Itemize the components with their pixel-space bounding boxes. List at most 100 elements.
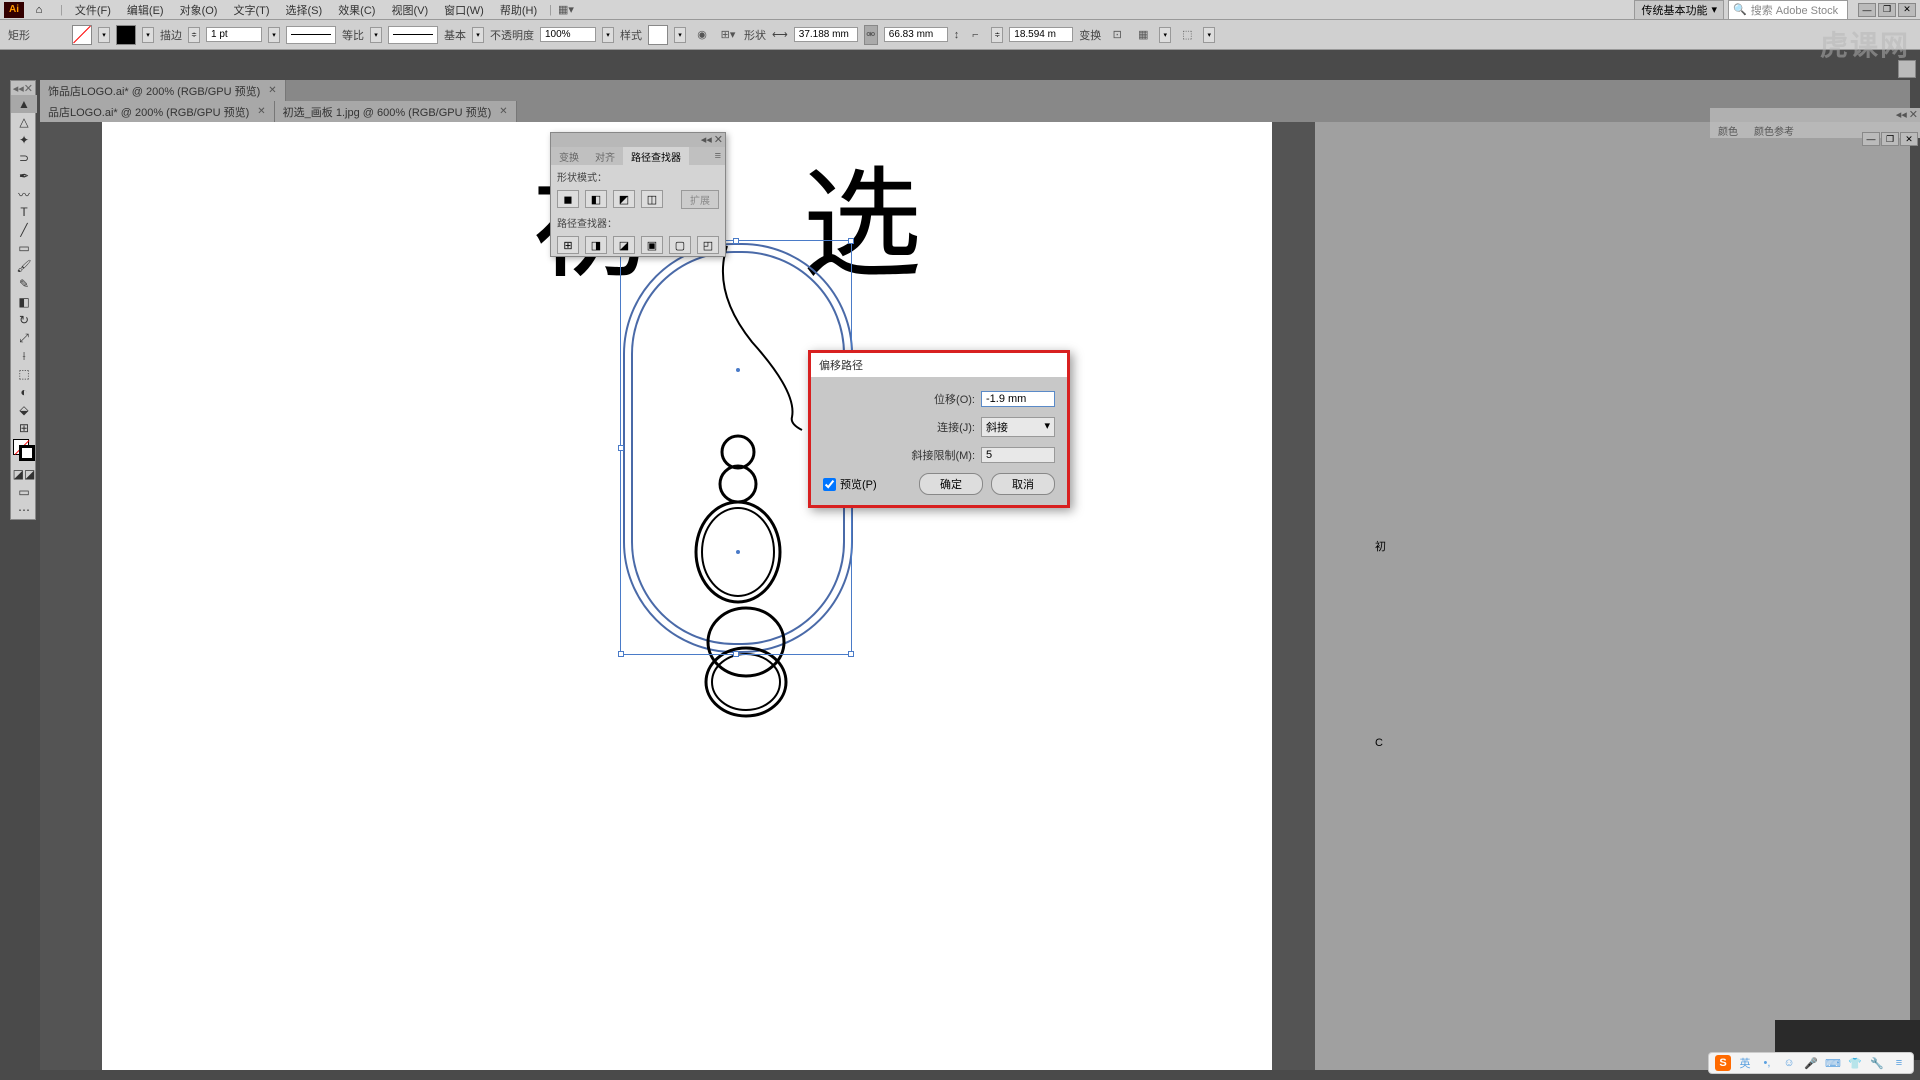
menu-type[interactable]: 文字(T): [225, 0, 277, 20]
doc-minimize[interactable]: —: [1862, 132, 1880, 146]
ime-keyboard-icon[interactable]: ⌨: [1825, 1055, 1841, 1071]
tab-align[interactable]: 对齐: [587, 147, 623, 166]
magic-wand-tool[interactable]: ✦: [11, 131, 37, 149]
mesh-tool[interactable]: ⊞: [11, 419, 37, 437]
corner-icon[interactable]: ⌐: [965, 25, 985, 45]
exclude-icon[interactable]: ◫: [641, 190, 663, 208]
screen-mode[interactable]: ▭: [11, 483, 37, 501]
menu-effect[interactable]: 效果(C): [330, 0, 383, 20]
fill-swatch[interactable]: [72, 25, 92, 45]
ime-toolbar[interactable]: S 英 •, ☺ 🎤 ⌨ 👕 🔧 ≡: [1708, 1052, 1914, 1074]
ok-button[interactable]: 确定: [919, 473, 983, 495]
selection-tool[interactable]: ▲: [11, 95, 37, 113]
color-controls[interactable]: [11, 437, 35, 465]
stroke-weight[interactable]: [206, 27, 262, 42]
doc-close[interactable]: ✕: [1900, 132, 1918, 146]
menu-select[interactable]: 选择(S): [278, 0, 331, 20]
workspace-switcher[interactable]: 传统基本功能▾: [1634, 0, 1724, 20]
width-input[interactable]: [794, 27, 858, 42]
close-icon[interactable]: ✕: [257, 106, 265, 117]
paintbrush-tool[interactable]: 🖌: [11, 257, 37, 275]
minimize-button[interactable]: —: [1858, 3, 1876, 17]
menu-view[interactable]: 视图(V): [383, 0, 436, 20]
cancel-button[interactable]: 取消: [991, 473, 1055, 495]
intersect-icon[interactable]: ◩: [613, 190, 635, 208]
height-input[interactable]: [884, 27, 948, 42]
home-icon[interactable]: ⌂: [30, 2, 48, 18]
radius-input[interactable]: [1009, 27, 1073, 42]
brush-def[interactable]: [388, 26, 438, 44]
close-button[interactable]: ✕: [1898, 3, 1916, 17]
close-icon[interactable]: ✕: [714, 133, 723, 147]
minus-back-icon[interactable]: ◰: [697, 236, 719, 254]
lasso-tool[interactable]: ⊃: [11, 149, 37, 167]
merge-icon[interactable]: ◪: [613, 236, 635, 254]
align-icon[interactable]: ⊞▾: [718, 25, 738, 45]
tab-transform[interactable]: 变换: [551, 147, 587, 166]
crop-icon[interactable]: ▣: [641, 236, 663, 254]
close-icon[interactable]: ✕: [268, 85, 276, 96]
ime-emoji-icon[interactable]: ☺: [1781, 1055, 1797, 1071]
shaper-tool[interactable]: ✎: [11, 275, 37, 293]
tab-3[interactable]: 初选_画板 1.jpg @ 600% (RGB/GPU 预览)✕: [275, 101, 517, 122]
outline-icon[interactable]: ▢: [669, 236, 691, 254]
direct-selection-tool[interactable]: △: [11, 113, 37, 131]
tab-color[interactable]: 颜色: [1710, 122, 1746, 138]
shape-builder-tool[interactable]: ◐: [11, 383, 37, 401]
tab-color-guide[interactable]: 颜色参考: [1746, 122, 1802, 138]
tab-pathfinder[interactable]: 路径查找器: [623, 147, 689, 166]
expand-button[interactable]: 扩展: [681, 190, 719, 209]
ime-tool-icon[interactable]: 🔧: [1869, 1055, 1885, 1071]
stock-search[interactable]: 🔍搜索 Adobe Stock: [1728, 0, 1848, 20]
tab-1[interactable]: 饰品店LOGO.ai* @ 200% (RGB/GPU 预览)✕: [40, 80, 286, 101]
line-tool[interactable]: ╱: [11, 221, 37, 239]
panel-menu-icon[interactable]: ≡: [711, 150, 725, 162]
panel-icon[interactable]: [1898, 60, 1916, 78]
miter-input[interactable]: [981, 447, 1055, 463]
close-icon[interactable]: ✕: [499, 106, 507, 117]
free-transform-tool[interactable]: ⬚: [11, 365, 37, 383]
perspective-tool[interactable]: ⬙: [11, 401, 37, 419]
arrange2-icon[interactable]: ⬚: [1177, 25, 1197, 45]
recolor-icon[interactable]: ◉: [692, 25, 712, 45]
curvature-tool[interactable]: 〰: [11, 185, 37, 203]
style-swatch[interactable]: [648, 25, 668, 45]
join-select[interactable]: 斜接▾: [981, 417, 1055, 437]
edit-toolbar[interactable]: ⋯: [11, 501, 37, 519]
menu-edit[interactable]: 编辑(E): [119, 0, 172, 20]
eraser-tool[interactable]: ◧: [11, 293, 37, 311]
stroke-swatch[interactable]: [116, 25, 136, 45]
canvas[interactable]: 初 选: [40, 122, 1910, 1070]
rectangle-tool[interactable]: ▭: [11, 239, 37, 257]
width-tool[interactable]: ⟊: [11, 347, 37, 365]
menu-object[interactable]: 对象(O): [172, 0, 226, 20]
collapse-icon[interactable]: ◂◂: [701, 133, 712, 147]
draw-mode[interactable]: ◪◪: [11, 465, 37, 483]
ime-menu-icon[interactable]: ≡: [1891, 1055, 1907, 1071]
tab-2[interactable]: 品店LOGO.ai* @ 200% (RGB/GPU 预览)✕: [40, 101, 275, 122]
trim-icon[interactable]: ◨: [585, 236, 607, 254]
sogou-icon[interactable]: S: [1715, 1055, 1731, 1071]
scale-tool[interactable]: ⤢: [11, 329, 37, 347]
pixel-icon[interactable]: ▦: [1133, 25, 1153, 45]
pen-tool[interactable]: ✒: [11, 167, 37, 185]
ime-lang[interactable]: 英: [1737, 1055, 1753, 1071]
ime-skin-icon[interactable]: 👕: [1847, 1055, 1863, 1071]
offset-input[interactable]: [981, 391, 1055, 407]
ime-voice-icon[interactable]: 🎤: [1803, 1055, 1819, 1071]
doc-restore[interactable]: ❐: [1881, 132, 1899, 146]
rotate-tool[interactable]: ↻: [11, 311, 37, 329]
menu-window[interactable]: 窗口(W): [436, 0, 492, 20]
arrange-icon[interactable]: ▦▾: [556, 0, 576, 20]
restore-button[interactable]: ❐: [1878, 3, 1896, 17]
unite-icon[interactable]: ◼: [557, 190, 579, 208]
minus-front-icon[interactable]: ◧: [585, 190, 607, 208]
opacity-input[interactable]: [540, 27, 596, 42]
isolate-icon[interactable]: ⊡: [1107, 25, 1127, 45]
preview-checkbox[interactable]: 预览(P): [823, 476, 877, 492]
menu-help[interactable]: 帮助(H): [492, 0, 545, 20]
stroke-profile[interactable]: [286, 26, 336, 44]
type-tool[interactable]: T: [11, 203, 37, 221]
ime-punct-icon[interactable]: •,: [1759, 1055, 1775, 1071]
menu-file[interactable]: 文件(F): [67, 0, 119, 20]
